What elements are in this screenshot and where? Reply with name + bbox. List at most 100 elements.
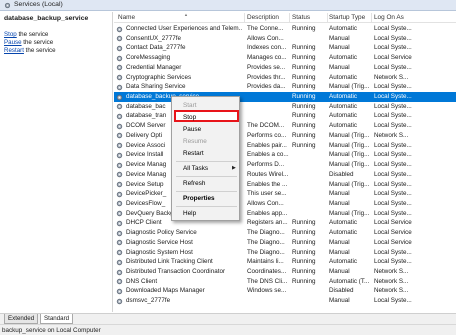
table-row[interactable]: Connected User Experiences and Telem... T…: [114, 24, 456, 34]
table-row[interactable]: Contact Data_2777fe Indexes con... Running…: [114, 43, 456, 53]
table-row[interactable]: CoreMessaging Manages co... Running Automat…: [114, 53, 456, 63]
menu-item-restart[interactable]: Restart: [183, 150, 204, 157]
log-on-as-cell: Network S...: [374, 287, 409, 295]
table-row[interactable]: Data Sharing Service Provides da... Runnin…: [114, 82, 456, 92]
startup-type-cell: Automatic: [329, 219, 357, 227]
pause-service-link[interactable]: Pause: [4, 39, 22, 46]
service-name-cell: Contact Data_2777fe: [126, 44, 186, 52]
menu-item-resume[interactable]: Resume: [183, 138, 207, 145]
startup-type-cell: Manual (Trig...: [329, 180, 370, 188]
table-row[interactable]: DevicePicker_ This user se... Manual Local …: [114, 189, 456, 199]
startup-type-cell: Automatic: [329, 93, 357, 101]
status-cell: Running: [292, 63, 316, 71]
table-row[interactable]: DNS Client The DNS Cli... Running Automatic…: [114, 277, 456, 287]
stop-service-link[interactable]: Stop: [4, 31, 17, 38]
description-cell: Enables the ...: [247, 180, 288, 188]
startup-type-cell: Manual: [329, 238, 350, 246]
startup-type-cell: Manual: [329, 190, 350, 198]
table-row[interactable]: Cryptographic Services Provides thr... Run…: [114, 73, 456, 83]
description-cell: Enables a co...: [247, 151, 289, 159]
startup-type-cell: Automatic: [329, 258, 357, 266]
restart-service-link[interactable]: Restart: [4, 47, 24, 54]
menu-item-start[interactable]: Start: [183, 102, 197, 109]
service-gear-icon: [116, 162, 123, 168]
description-cell: Allows Con...: [247, 199, 284, 207]
service-gear-icon: [116, 269, 123, 275]
table-row[interactable]: Distributed Link Tracking Client Maintain…: [114, 257, 456, 267]
status-cell: Running: [292, 102, 316, 110]
table-row[interactable]: ConsentUX_2777fe Allows Con... Manual Local…: [114, 34, 456, 44]
table-row[interactable]: database_backup_service Running Automatic L…: [114, 92, 456, 102]
column-header-startup-type[interactable]: Startup Type: [329, 14, 365, 21]
tab-extended[interactable]: Extended: [4, 314, 39, 324]
table-row[interactable]: Diagnostic Service Host The Diagno... Runn…: [114, 238, 456, 248]
table-row[interactable]: Device Setup Enables the ... Manual (Trig.…: [114, 180, 456, 190]
column-header-log-on-as[interactable]: Log On As: [374, 14, 404, 21]
column-divider[interactable]: [327, 13, 328, 22]
log-on-as-cell: Local Service: [374, 54, 412, 62]
table-row[interactable]: Distributed Transaction Coordinator Coord…: [114, 267, 456, 277]
service-gear-icon: [116, 26, 123, 32]
status-cell: Running: [292, 258, 316, 266]
table-row[interactable]: DCOM Server The DCOM... Running Automatic Lo…: [114, 121, 456, 131]
service-gear-icon: [116, 74, 123, 81]
table-row[interactable]: DevQuery Background Discovery BrokerEnab…: [114, 209, 456, 219]
sort-ascending-icon: ▲: [184, 12, 188, 17]
startup-type-cell: Manual: [329, 63, 350, 71]
stop-action: Stop the service: [4, 31, 48, 38]
table-row[interactable]: dsmsvc_2777fe Manual Local Syste...: [114, 296, 456, 306]
column-divider[interactable]: [371, 13, 372, 22]
column-divider[interactable]: [244, 13, 245, 22]
menu-item-pause[interactable]: Pause: [183, 126, 201, 133]
table-row[interactable]: database_bac Running Automatic Local Syste.…: [114, 102, 456, 112]
service-gear-icon: [116, 36, 123, 42]
menu-item-all-tasks[interactable]: All Tasks: [183, 165, 208, 172]
log-on-as-cell: Local Syste...: [374, 151, 412, 159]
service-name-cell: Diagnostic Service Host: [126, 238, 193, 246]
column-header-description[interactable]: Description: [247, 14, 279, 21]
menu-item-properties[interactable]: Properties: [183, 195, 215, 202]
log-on-as-cell: Local Syste...: [374, 180, 412, 188]
log-on-as-cell: Local Syste...: [374, 199, 412, 207]
log-on-as-cell: Local Syste...: [374, 34, 412, 42]
table-row[interactable]: database_tran Running Automatic Local Syste…: [114, 111, 456, 121]
table-row[interactable]: Delivery Opti Performs co... Running Manual…: [114, 131, 456, 141]
menu-item-refresh[interactable]: Refresh: [183, 180, 205, 187]
service-gear-icon: [116, 259, 123, 265]
description-cell: Provides da...: [247, 83, 286, 91]
service-name-cell: CoreMessaging: [126, 54, 171, 62]
column-header-status[interactable]: Status: [292, 14, 310, 21]
startup-type-cell: Manual: [329, 199, 350, 207]
table-row[interactable]: Credential Manager Provides se... Running M…: [114, 63, 456, 73]
table-row[interactable]: Device Install Enables a co... Manual (Tri…: [114, 150, 456, 160]
window-titlebar: Services (Local): [0, 0, 456, 11]
table-row[interactable]: Downloaded Maps Manager Windows se... Disa…: [114, 286, 456, 296]
startup-type-cell: Automatic: [329, 102, 357, 110]
column-divider[interactable]: [289, 13, 290, 22]
table-row[interactable]: Device Manag Routes Wirel... Disabled Local…: [114, 170, 456, 180]
description-cell: Performs co...: [247, 131, 287, 139]
restart-action: Restart the service: [4, 47, 56, 54]
service-name-cell: Diagnostic Policy Service: [126, 229, 197, 237]
log-on-as-cell: Local Syste...: [374, 297, 412, 305]
menu-item-stop[interactable]: Stop: [183, 114, 196, 121]
description-cell: Indexes con...: [247, 44, 287, 52]
service-gear-icon: [116, 94, 123, 100]
table-row[interactable]: Device Associ Enables pair... Running Manua…: [114, 141, 456, 151]
service-gear-icon: [116, 191, 123, 197]
startup-type-cell: Disabled: [329, 170, 354, 178]
table-row[interactable]: Diagnostic System Host The Diagno... Runni…: [114, 248, 456, 258]
table-row[interactable]: DHCP Client Registers an... Running Automat…: [114, 218, 456, 228]
table-row[interactable]: Diagnostic Policy Service The Diagno... Ru…: [114, 228, 456, 238]
table-row[interactable]: Device Manag Performs D... Manual (Trig...…: [114, 160, 456, 170]
service-name-cell: Cryptographic Services: [126, 73, 192, 81]
menu-item-help[interactable]: Help: [183, 210, 196, 217]
service-gear-icon: [116, 201, 123, 207]
description-cell: The Diagno...: [247, 238, 285, 246]
table-row[interactable]: DevicesFlow_ Allows Con... Manual Local Sys…: [114, 199, 456, 209]
tab-standard[interactable]: Standard: [40, 314, 74, 324]
service-name-cell: ConsentUX_2777fe: [126, 34, 181, 42]
log-on-as-cell: Local Service: [374, 219, 412, 227]
column-header-name[interactable]: Name: [118, 14, 135, 21]
service-gear-icon: [116, 240, 123, 246]
